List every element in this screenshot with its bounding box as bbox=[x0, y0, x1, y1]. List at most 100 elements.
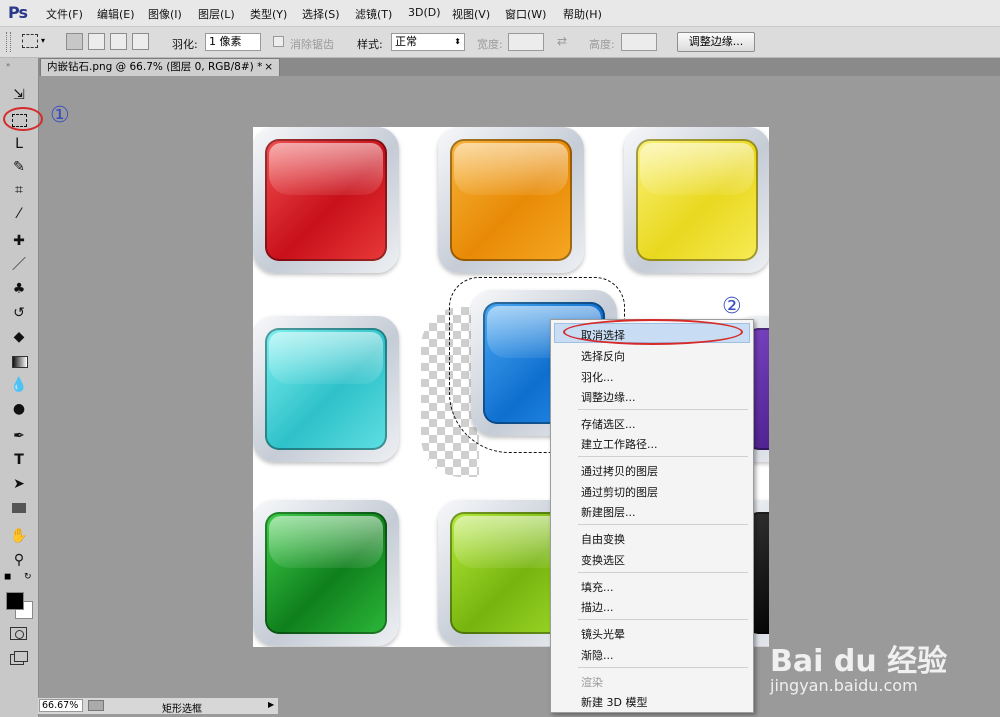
gradient-icon[interactable] bbox=[9, 351, 29, 371]
width-input[interactable] bbox=[508, 33, 544, 51]
shape-icon[interactable] bbox=[9, 498, 29, 518]
add-selection-icon[interactable] bbox=[88, 33, 105, 50]
menu-image[interactable]: 图像(I) bbox=[148, 6, 182, 22]
menu-window[interactable]: 窗口(W) bbox=[505, 6, 546, 22]
close-tab-icon[interactable]: × bbox=[264, 59, 273, 75]
status-bar: 66.67% 矩形选框 ▶ bbox=[38, 697, 278, 715]
menu-select[interactable]: 选择(S) bbox=[302, 6, 340, 22]
diamond-tile-green bbox=[253, 500, 399, 646]
menu-item-refine-edge[interactable]: 调整边缘... bbox=[581, 389, 636, 405]
document-tab-title: 内嵌钻石.png @ 66.7% (图层 0, RGB/8#) * bbox=[47, 61, 263, 73]
chevron-down-icon: ⬍ bbox=[454, 37, 461, 46]
swap-colors-icon[interactable]: ↻ bbox=[24, 572, 32, 582]
menu-item-save-selection[interactable]: 存储选区... bbox=[581, 416, 636, 432]
tool-preset-icon[interactable] bbox=[22, 34, 38, 48]
callout-circle-deselect bbox=[563, 319, 743, 345]
watermark-brand: Bai du 经验 bbox=[770, 644, 948, 679]
diamond-tile-orange bbox=[438, 127, 584, 273]
blur-icon[interactable]: 💧 bbox=[9, 375, 29, 395]
options-bar: ▾ 羽化: 1 像素 消除锯齿 样式: 正常 ⬍ 宽度: ⇄ 高度: 调整边缘.… bbox=[0, 27, 1000, 58]
status-info-icon[interactable] bbox=[88, 700, 104, 711]
hand-icon[interactable]: ✋ bbox=[9, 526, 29, 546]
document-tab[interactable]: 内嵌钻石.png @ 66.7% (图层 0, RGB/8#) * × bbox=[40, 58, 280, 76]
feather-label: 羽化: bbox=[172, 38, 198, 51]
zoom-icon[interactable]: ⚲ bbox=[9, 550, 29, 570]
zoom-level[interactable]: 66.67% bbox=[39, 699, 83, 712]
menu-bar: Ps 文件(F) 编辑(E) 图像(I) 图层(L) 类型(Y) 选择(S) 滤… bbox=[0, 0, 1000, 27]
status-tool-name: 矩形选框 bbox=[162, 704, 202, 715]
menu-item-fade[interactable]: 渐隐... bbox=[581, 647, 614, 663]
quick-select-icon[interactable]: ✎ bbox=[9, 157, 29, 177]
menu-item-layer-via-copy[interactable]: 通过拷贝的图层 bbox=[581, 463, 658, 479]
refine-edge-button[interactable]: 调整边缘... bbox=[677, 32, 755, 52]
menu-separator bbox=[578, 619, 748, 620]
quick-mask-icon[interactable] bbox=[10, 627, 27, 640]
eraser-icon[interactable]: ◆ bbox=[9, 327, 29, 347]
menu-view[interactable]: 视图(V) bbox=[452, 6, 490, 22]
swap-icon[interactable]: ⇄ bbox=[557, 34, 567, 48]
menu-filter[interactable]: 滤镜(T) bbox=[355, 6, 392, 22]
diamond-tile-cyan bbox=[253, 316, 399, 462]
move-icon[interactable]: ⇲ bbox=[9, 85, 29, 105]
width-label: 宽度: bbox=[477, 38, 503, 51]
menu-item-new-layer[interactable]: 新建图层... bbox=[581, 504, 636, 520]
screen-mode-icon[interactable] bbox=[10, 651, 28, 665]
foreground-color-swatch[interactable] bbox=[6, 592, 24, 610]
menu-item-select-inverse[interactable]: 选择反向 bbox=[581, 348, 625, 364]
menu-separator bbox=[578, 456, 748, 457]
context-menu-items: 取消选择 选择反向 羽化... 调整边缘... 存储选区... 建立工作路径..… bbox=[550, 319, 754, 713]
menu-file[interactable]: 文件(F) bbox=[46, 6, 83, 22]
preset-dropdown-icon[interactable]: ▾ bbox=[41, 36, 45, 45]
menu-item-new-3d-model[interactable]: 新建 3D 模型 bbox=[581, 694, 647, 710]
menu-separator bbox=[578, 409, 748, 410]
path-select-icon[interactable]: ➤ bbox=[9, 474, 29, 494]
antialias-label: 消除锯齿 bbox=[290, 38, 334, 51]
height-input[interactable] bbox=[621, 33, 657, 51]
lasso-icon[interactable]: ᒪ bbox=[9, 134, 29, 154]
style-select[interactable]: 正常 ⬍ bbox=[391, 33, 465, 51]
menu-item-layer-via-cut[interactable]: 通过剪切的图层 bbox=[581, 484, 658, 500]
dodge-icon[interactable]: ● bbox=[9, 399, 29, 419]
healing-brush-icon[interactable]: ✚ bbox=[9, 231, 29, 251]
menu-item-make-work-path[interactable]: 建立工作路径... bbox=[581, 436, 658, 452]
diamond-tile-red bbox=[253, 127, 399, 273]
menu-3d[interactable]: 3D(D) bbox=[408, 6, 441, 19]
antialias-checkbox[interactable] bbox=[273, 36, 284, 47]
history-brush-icon[interactable]: ↺ bbox=[9, 303, 29, 323]
style-label: 样式: bbox=[357, 38, 383, 51]
menu-item-stroke[interactable]: 描边... bbox=[581, 599, 614, 615]
annotation-one: ① bbox=[50, 103, 70, 128]
watermark-url: jingyan.baidu.com bbox=[770, 676, 918, 695]
menu-type[interactable]: 类型(Y) bbox=[250, 6, 287, 22]
eyedropper-icon[interactable]: ⁄ bbox=[9, 204, 29, 224]
menu-separator bbox=[578, 524, 748, 525]
menu-item-transform-selection[interactable]: 变换选区 bbox=[581, 552, 625, 568]
clone-stamp-icon[interactable]: ♣ bbox=[9, 279, 29, 299]
tools-panel: » ⇲ ᒪ ✎ ⌗ ⁄ ✚ ／ ♣ ↺ ◆ 💧 ● ✒ T ➤ ✋ ⚲ ◼ ↻ bbox=[0, 58, 39, 717]
menu-help[interactable]: 帮助(H) bbox=[563, 6, 602, 22]
subtract-selection-icon[interactable] bbox=[110, 33, 127, 50]
brush-icon[interactable]: ／ bbox=[9, 255, 29, 275]
photoshop-logo: Ps bbox=[8, 3, 28, 22]
menu-item-fill[interactable]: 填充... bbox=[581, 579, 614, 595]
style-select-value: 正常 bbox=[395, 35, 417, 48]
menu-item-feather[interactable]: 羽化... bbox=[581, 369, 614, 385]
new-selection-icon[interactable] bbox=[66, 33, 83, 50]
menu-edit[interactable]: 编辑(E) bbox=[97, 6, 135, 22]
feather-input[interactable]: 1 像素 bbox=[205, 33, 261, 51]
type-icon[interactable]: T bbox=[9, 450, 29, 470]
intersect-selection-icon[interactable] bbox=[132, 33, 149, 50]
menu-item-free-transform[interactable]: 自由变换 bbox=[581, 531, 625, 547]
grip-handle[interactable] bbox=[6, 32, 11, 52]
crop-icon[interactable]: ⌗ bbox=[9, 180, 29, 200]
default-colors-icon[interactable]: ◼ bbox=[4, 572, 11, 582]
menu-item-render: 渲染 bbox=[581, 676, 603, 689]
menu-separator bbox=[578, 667, 748, 668]
panel-collapse-icon[interactable]: » bbox=[6, 61, 10, 69]
menu-layer[interactable]: 图层(L) bbox=[198, 6, 235, 22]
pen-icon[interactable]: ✒ bbox=[9, 426, 29, 446]
menu-item-lens-flare[interactable]: 镜头光晕 bbox=[581, 626, 625, 642]
diamond-tile-yellow bbox=[624, 127, 769, 273]
status-arrow-icon[interactable]: ▶ bbox=[268, 700, 274, 709]
height-label: 高度: bbox=[589, 38, 615, 51]
